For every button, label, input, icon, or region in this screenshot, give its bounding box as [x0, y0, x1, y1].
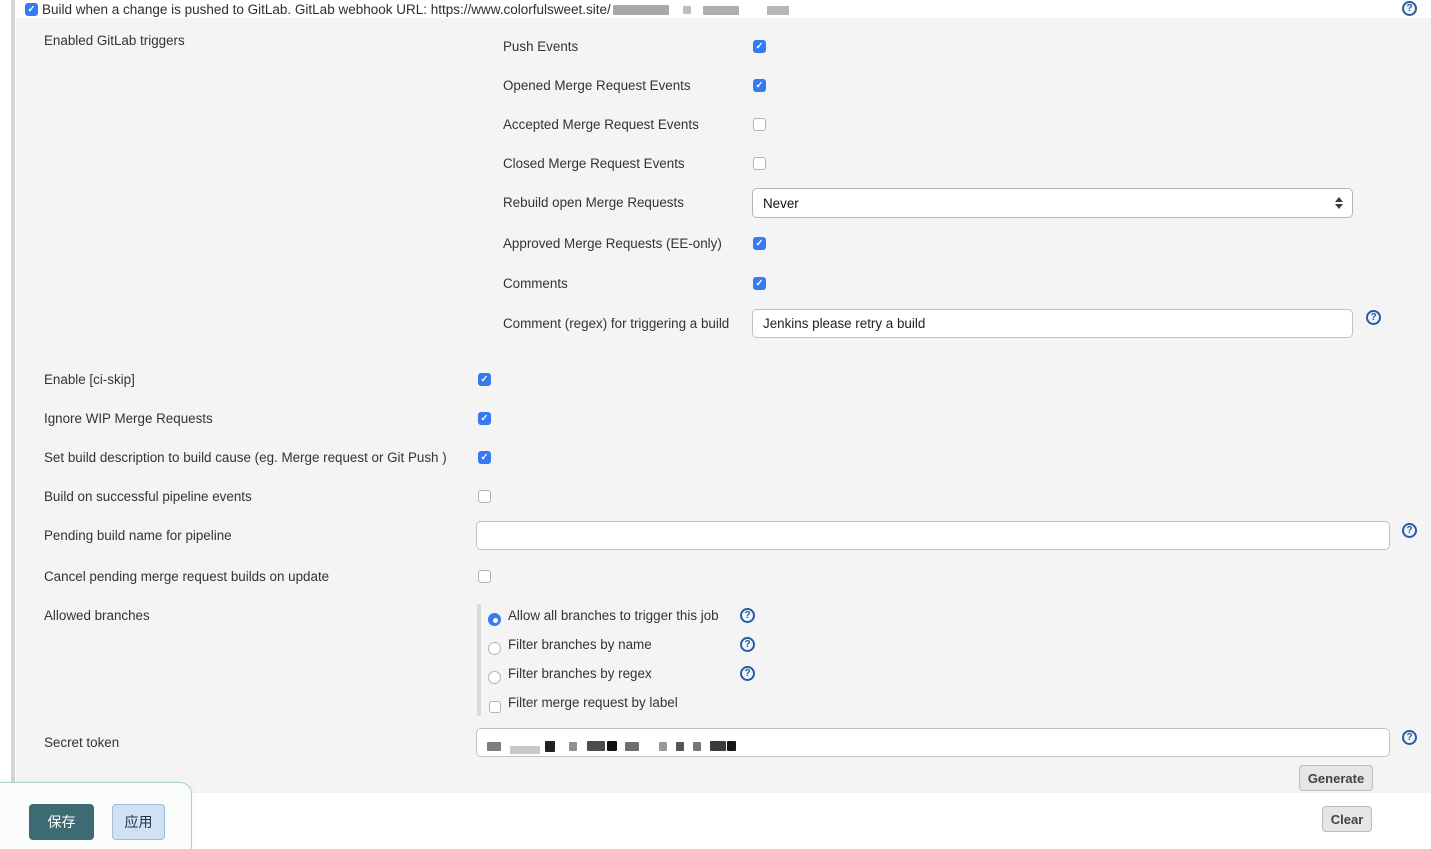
trigger-push-events-label: Push Events	[503, 39, 578, 54]
filter-mr-by-label-label: Filter merge request by label	[508, 695, 678, 710]
comment-regex-input[interactable]: Jenkins please retry a build	[752, 309, 1353, 338]
build-on-pipeline-label: Build on successful pipeline events	[44, 489, 252, 504]
comments-label: Comments	[503, 276, 568, 291]
save-button[interactable]: 保存	[29, 804, 94, 840]
section-indent-line	[11, 0, 15, 782]
gitlab-trigger-config-page: Build when a change is pushed to GitLab.…	[0, 0, 1431, 849]
enable-ci-skip-label: Enable [ci-skip]	[44, 372, 135, 387]
redacted-url-part	[683, 6, 691, 14]
allow-all-branches-label: Allow all branches to trigger this job	[508, 608, 719, 623]
comments-checkbox[interactable]	[753, 277, 766, 290]
comment-regex-value: Jenkins please retry a build	[763, 316, 925, 331]
approved-mr-checkbox[interactable]	[753, 237, 766, 250]
rebuild-open-mr-selected-value: Never	[763, 196, 799, 211]
save-apply-panel: 保存 应用	[0, 782, 192, 849]
secret-token-input[interactable]	[476, 728, 1390, 757]
build-on-push-label: Build when a change is pushed to GitLab.…	[42, 2, 789, 17]
build-on-pipeline-checkbox[interactable]	[478, 490, 491, 503]
clear-button[interactable]: Clear	[1322, 806, 1372, 832]
redacted-url-part	[703, 6, 739, 15]
allowed-branches-indent-bar	[477, 604, 481, 716]
redacted-secret-token	[487, 738, 736, 754]
allowed-branches-label: Allowed branches	[44, 608, 150, 623]
enabled-triggers-label: Enabled GitLab triggers	[44, 33, 185, 48]
trigger-opened-mr-checkbox[interactable]	[753, 79, 766, 92]
secret-token-label: Secret token	[44, 735, 119, 750]
cancel-pending-mr-label: Cancel pending merge request builds on u…	[44, 569, 329, 584]
pending-build-name-label: Pending build name for pipeline	[44, 528, 232, 543]
cancel-pending-mr-checkbox[interactable]	[478, 570, 491, 583]
allow-all-branches-radio[interactable]	[488, 613, 501, 626]
approved-mr-label: Approved Merge Requests (EE-only)	[503, 236, 722, 251]
trigger-closed-mr-checkbox[interactable]	[753, 157, 766, 170]
help-question-icon[interactable]: ?	[1402, 523, 1417, 538]
filter-branches-by-regex-label: Filter branches by regex	[508, 666, 652, 681]
help-question-icon[interactable]: ?	[1402, 1, 1417, 16]
help-question-icon[interactable]: ?	[1366, 310, 1381, 325]
section-background	[16, 18, 1431, 793]
redacted-url-part	[767, 6, 789, 15]
ignore-wip-mr-checkbox[interactable]	[478, 412, 491, 425]
filter-branches-by-name-radio[interactable]	[488, 642, 501, 655]
trigger-closed-mr-label: Closed Merge Request Events	[503, 156, 685, 171]
generate-button[interactable]: Generate	[1299, 765, 1373, 791]
build-on-push-label-text: Build when a change is pushed to GitLab.…	[42, 2, 611, 17]
help-question-icon[interactable]: ?	[740, 666, 755, 681]
help-question-icon[interactable]: ?	[1402, 730, 1417, 745]
trigger-push-events-checkbox[interactable]	[753, 40, 766, 53]
filter-branches-by-name-label: Filter branches by name	[508, 637, 652, 652]
help-question-icon[interactable]: ?	[740, 608, 755, 623]
enable-ci-skip-checkbox[interactable]	[478, 373, 491, 386]
filter-mr-by-label-checkbox[interactable]	[489, 701, 501, 713]
pending-build-name-input[interactable]	[476, 521, 1390, 550]
apply-button[interactable]: 应用	[112, 804, 165, 840]
trigger-opened-mr-label: Opened Merge Request Events	[503, 78, 691, 93]
help-question-icon[interactable]: ?	[740, 637, 755, 652]
filter-branches-by-regex-radio[interactable]	[488, 671, 501, 684]
rebuild-open-mr-label: Rebuild open Merge Requests	[503, 195, 684, 210]
comment-regex-label: Comment (regex) for triggering a build	[503, 316, 729, 331]
select-stepper-arrows-icon	[1335, 197, 1343, 209]
trigger-accepted-mr-label: Accepted Merge Request Events	[503, 117, 699, 132]
trigger-accepted-mr-checkbox[interactable]	[753, 118, 766, 131]
set-build-description-checkbox[interactable]	[478, 451, 491, 464]
redacted-url-part	[613, 5, 669, 15]
rebuild-open-mr-select[interactable]: Never	[752, 188, 1353, 218]
ignore-wip-mr-label: Ignore WIP Merge Requests	[44, 411, 213, 426]
set-build-description-label: Set build description to build cause (eg…	[44, 450, 447, 465]
build-on-push-checkbox[interactable]	[25, 3, 38, 16]
